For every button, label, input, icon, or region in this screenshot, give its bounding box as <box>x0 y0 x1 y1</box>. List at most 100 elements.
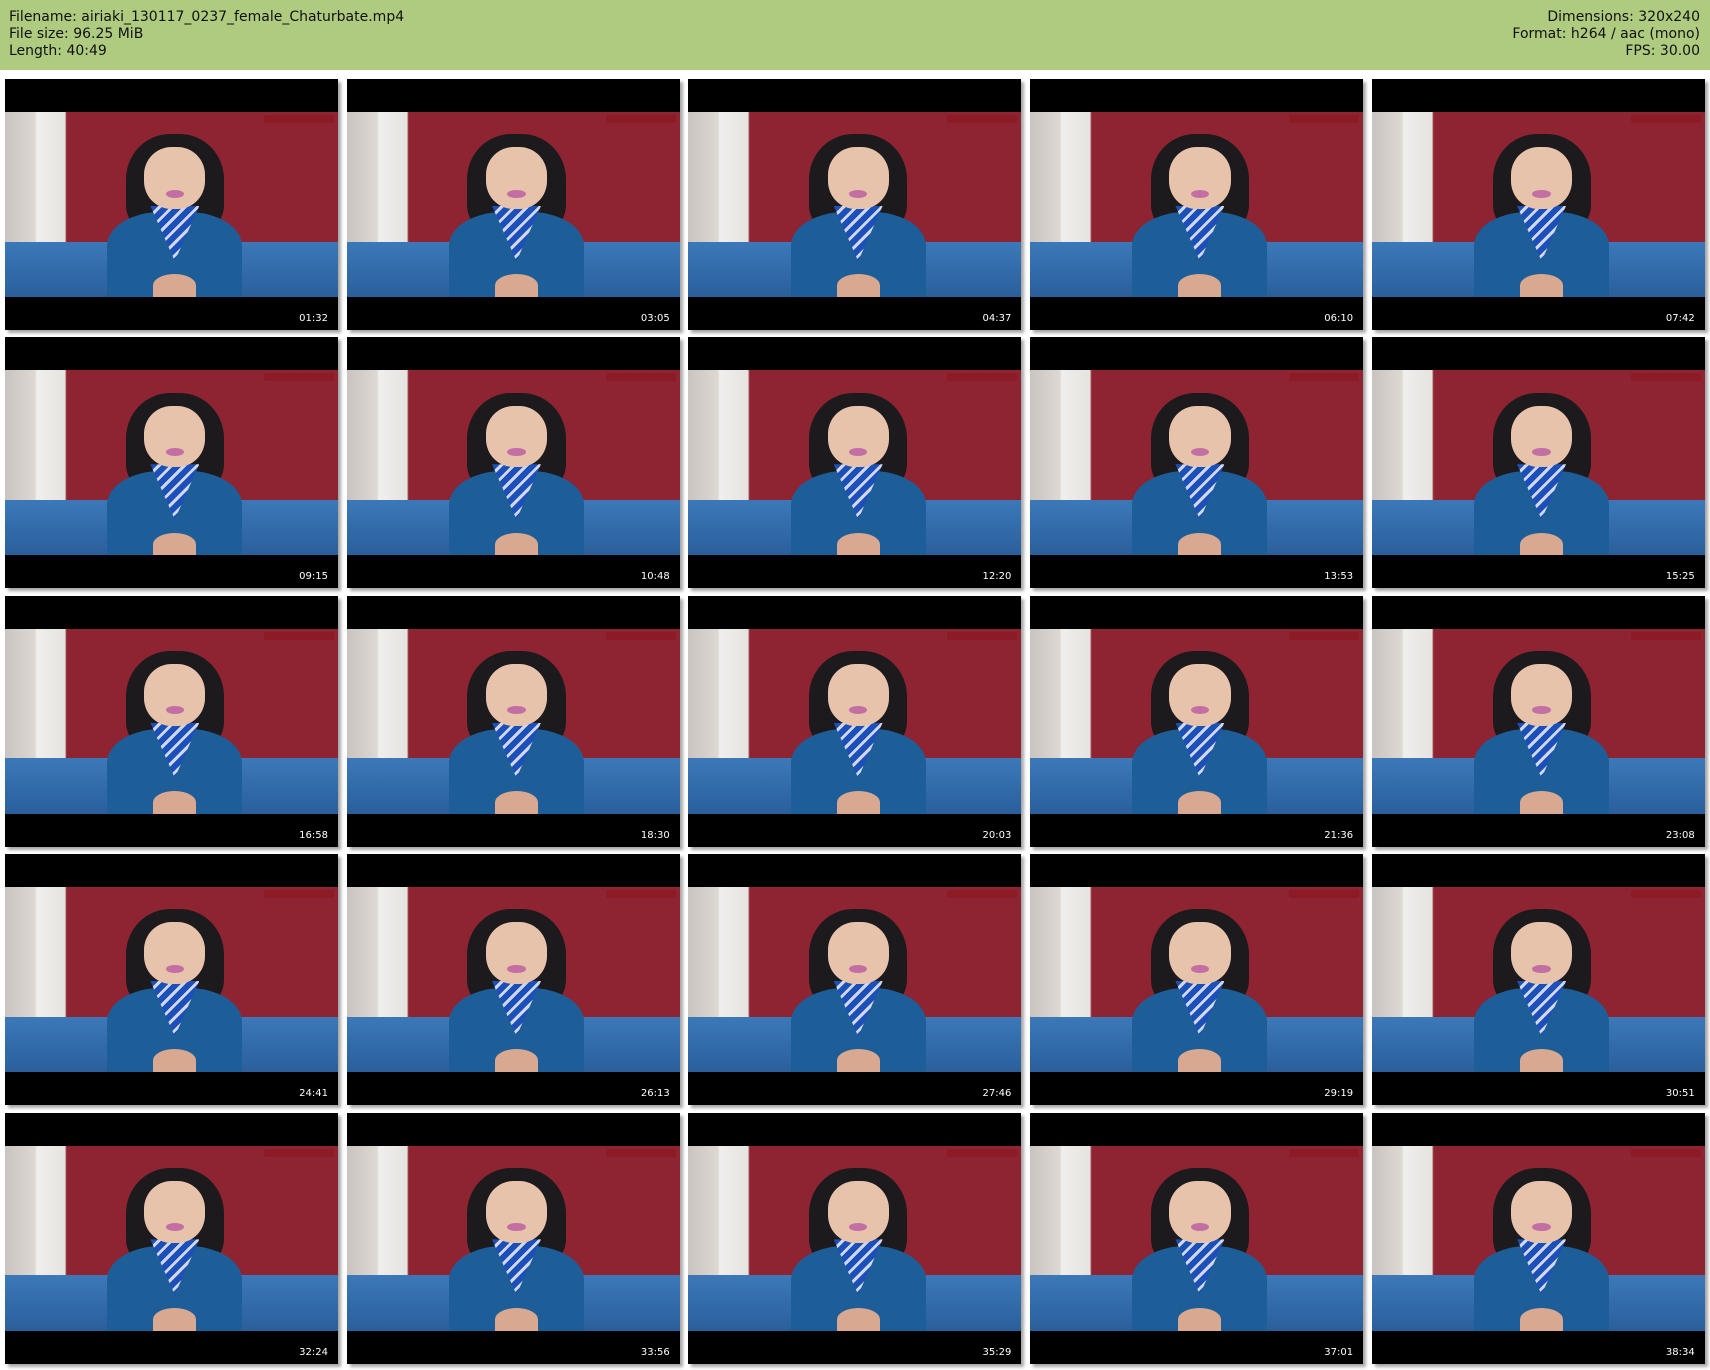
frame-image <box>346 1145 680 1331</box>
video-thumbnail[interactable]: 32:24 <box>5 1112 338 1364</box>
video-thumbnail[interactable]: 37:01 <box>1030 1112 1364 1364</box>
frame-image <box>1371 112 1705 297</box>
face <box>827 922 889 985</box>
info-header: Filename: airiaki_130117_0237_female_Cha… <box>0 0 1710 70</box>
frame-image <box>688 370 1022 556</box>
watermark-logo <box>264 115 334 123</box>
watermark-logo <box>1630 115 1701 123</box>
video-thumbnail[interactable]: 03:05 <box>346 79 680 330</box>
person-figure <box>98 650 251 814</box>
watermark-logo <box>605 373 676 382</box>
video-thumbnail[interactable]: 29:19 <box>1030 854 1364 1106</box>
timestamp-label: 03:05 <box>640 313 670 324</box>
video-thumbnail[interactable]: 33:56 <box>346 1112 680 1364</box>
watermark-logo <box>1630 1148 1701 1157</box>
watermark-logo <box>947 115 1018 123</box>
video-thumbnail[interactable]: 30:51 <box>1371 854 1705 1106</box>
video-thumbnail[interactable]: 18:30 <box>346 595 680 847</box>
frame-image <box>346 370 680 556</box>
watermark-logo <box>947 890 1018 899</box>
person-figure <box>1465 1167 1618 1331</box>
face <box>485 663 548 726</box>
timestamp-label: 29:19 <box>1324 1088 1354 1100</box>
face <box>1510 1180 1573 1243</box>
video-thumbnail[interactable]: 10:48 <box>346 337 680 589</box>
person-figure <box>782 909 935 1073</box>
person-figure <box>98 909 251 1073</box>
person-figure <box>1465 909 1618 1073</box>
watermark-logo <box>1289 373 1360 382</box>
video-thumbnail[interactable]: 04:37 <box>688 79 1022 330</box>
video-thumbnail[interactable]: 26:13 <box>346 854 680 1106</box>
file-size-text: File size: 96.25 MiB <box>9 26 144 42</box>
face <box>1510 147 1573 210</box>
frame-image <box>688 112 1022 297</box>
watermark-logo <box>264 373 334 382</box>
watermark-logo <box>1289 890 1360 899</box>
watermark-logo <box>605 1148 676 1157</box>
face <box>827 663 889 726</box>
person-figure <box>98 1167 251 1331</box>
video-thumbnail[interactable]: 15:25 <box>1371 337 1705 589</box>
video-thumbnail[interactable]: 27:46 <box>688 854 1022 1106</box>
face <box>144 922 206 985</box>
video-thumbnail[interactable]: 38:34 <box>1371 1112 1705 1364</box>
frame-image <box>5 887 338 1073</box>
frame-image <box>5 112 338 297</box>
timestamp-label: 30:51 <box>1665 1088 1695 1100</box>
watermark-logo <box>1630 890 1701 899</box>
watermark-logo <box>264 1148 334 1157</box>
face <box>1169 147 1231 210</box>
watermark-logo <box>947 1148 1018 1157</box>
person-figure <box>1465 650 1618 814</box>
face <box>1510 663 1573 726</box>
face <box>1169 922 1231 985</box>
frame-image <box>346 112 680 297</box>
timestamp-label: 37:01 <box>1324 1346 1354 1358</box>
video-thumbnail[interactable]: 16:58 <box>5 595 338 847</box>
face <box>144 663 206 726</box>
timestamp-label: 33:56 <box>640 1346 670 1358</box>
video-thumbnail[interactable]: 24:41 <box>5 854 338 1106</box>
video-thumbnail[interactable]: 09:15 <box>5 337 338 589</box>
video-thumbnail[interactable]: 23:08 <box>1371 595 1705 847</box>
person-figure <box>1123 650 1276 814</box>
face <box>1169 405 1231 468</box>
frame-image <box>1371 628 1705 814</box>
person-figure <box>782 392 935 556</box>
face <box>1169 1180 1231 1243</box>
frame-image <box>1030 1145 1364 1331</box>
watermark-logo <box>947 373 1018 382</box>
watermark-logo <box>605 631 676 640</box>
frame-image <box>1371 370 1705 556</box>
frame-image <box>1030 370 1364 556</box>
frame-image <box>5 628 338 814</box>
face <box>827 147 889 210</box>
frame-image <box>346 887 680 1073</box>
watermark-logo <box>947 631 1018 640</box>
person-figure <box>1123 134 1276 297</box>
video-thumbnail[interactable]: 06:10 <box>1030 79 1364 330</box>
video-thumbnail[interactable]: 20:03 <box>688 595 1022 847</box>
face <box>144 1180 206 1243</box>
video-thumbnail[interactable]: 07:42 <box>1371 79 1705 330</box>
frame-image <box>5 1145 338 1331</box>
video-thumbnail[interactable]: 01:32 <box>5 79 338 330</box>
watermark-logo <box>1289 115 1360 123</box>
person-figure <box>440 909 593 1073</box>
video-thumbnail[interactable]: 12:20 <box>688 337 1022 589</box>
frame-image <box>1371 1145 1705 1331</box>
timestamp-label: 06:10 <box>1324 313 1354 324</box>
video-thumbnail[interactable]: 13:53 <box>1030 337 1364 589</box>
face <box>485 922 548 985</box>
face <box>1510 405 1573 468</box>
video-thumbnail[interactable]: 35:29 <box>688 1112 1022 1364</box>
timestamp-label: 13:53 <box>1324 571 1354 583</box>
frame-image <box>688 628 1022 814</box>
person-figure <box>440 134 593 297</box>
face <box>485 147 548 210</box>
thumbnail-grid: 01:32 03:05 04:37 06:10 07:42 09:15 10:48 12:20… <box>5 79 1705 1364</box>
video-thumbnail[interactable]: 21:36 <box>1030 595 1364 847</box>
face <box>485 405 548 468</box>
person-figure <box>440 650 593 814</box>
